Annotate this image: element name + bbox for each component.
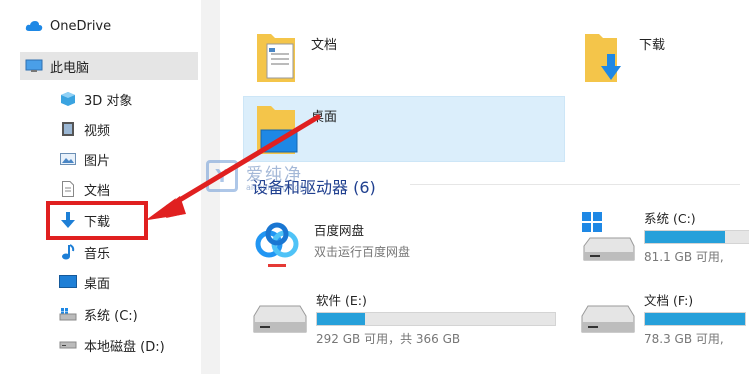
downloads-folder-icon (583, 28, 629, 88)
nav-item-local-disk[interactable]: 本地磁盘 (D:) (58, 331, 198, 359)
nav-item-onedrive[interactable]: OneDrive (24, 12, 202, 40)
nav-item-label: 文档 (84, 183, 111, 199)
highlight-box (46, 201, 148, 240)
drive-subtitle: 81.1 GB 可用, (644, 250, 724, 264)
folder-name: 桌面 (311, 110, 338, 125)
pictures-icon (58, 149, 78, 169)
documents-icon (58, 179, 78, 199)
nav-item-system-drive[interactable]: 系统 (C:) (58, 300, 198, 328)
desktop-folder-icon (255, 100, 301, 160)
folder-downloads[interactable]: 下载 (583, 28, 665, 88)
desktop-icon (58, 272, 78, 292)
nav-item-music[interactable]: 音乐 (58, 238, 198, 266)
usage-fill (645, 313, 745, 325)
section-divider (410, 184, 740, 185)
onedrive-cloud-icon (24, 16, 44, 36)
hard-drive-icon (250, 290, 308, 344)
nav-item-label: 音乐 (84, 246, 111, 262)
drive-subtitle: 292 GB 可用，共 366 GB (316, 332, 461, 346)
3d-objects-icon (58, 89, 78, 109)
nav-item-label: 本地磁盘 (D:) (84, 339, 165, 355)
drive-documents-f[interactable]: 文档 (F:) 78.3 GB 可用, (578, 290, 746, 347)
nav-item-label: 3D 对象 (84, 93, 133, 109)
nav-item-label: 桌面 (84, 276, 111, 292)
video-icon (58, 119, 78, 139)
documents-folder-icon (255, 28, 301, 88)
usage-fill (317, 313, 365, 325)
drive-name: 文档 (F:) (644, 293, 694, 308)
folder-name: 下载 (639, 38, 666, 53)
nav-item-this-pc[interactable]: 此电脑 (20, 52, 198, 80)
folder-desktop[interactable]: 桌面 (255, 100, 337, 160)
drive-name: 百度网盘 (314, 223, 365, 238)
nav-item-3d-objects[interactable]: 3D 对象 (58, 85, 198, 113)
drive-name: 软件 (E:) (316, 293, 367, 308)
local-disk-icon (58, 335, 78, 355)
drive-baidu-netdisk[interactable]: 百度网盘 双击运行百度网盘 (252, 218, 410, 272)
folder-documents[interactable]: 文档 (255, 28, 337, 88)
drive-usage-bar (316, 312, 556, 326)
watermark-url: aichunjing.com (246, 183, 307, 192)
nav-item-label: 此电脑 (50, 60, 90, 76)
drive-software-e[interactable]: 软件 (E:) 292 GB 可用，共 366 GB (250, 290, 556, 347)
drive-usage-bar (644, 312, 746, 326)
drive-system-c[interactable]: 系统 (C:) 81.1 GB 可用, (578, 208, 749, 272)
nav-item-desktop[interactable]: 桌面 (58, 268, 198, 296)
baidu-netdisk-icon (252, 218, 302, 272)
watermark-text: 爱纯净 (246, 165, 303, 185)
folder-name: 文档 (311, 38, 338, 53)
computer-icon (24, 56, 44, 76)
usage-fill (645, 231, 725, 243)
watermark: Y 爱纯净 aichunjing.com (206, 160, 307, 192)
system-drive-icon (58, 304, 78, 324)
watermark-logo: Y (206, 160, 238, 192)
drive-name: 系统 (C:) (644, 211, 696, 226)
drive-subtitle: 78.3 GB 可用, (644, 332, 724, 346)
drive-subtitle: 双击运行百度网盘 (314, 245, 411, 259)
navigation-pane: OneDrive 此电脑 3D 对象 视频 图片 文档 下载 音乐 桌面 系统 … (0, 0, 200, 374)
nav-item-documents[interactable]: 文档 (58, 175, 198, 203)
music-icon (58, 242, 78, 262)
drive-usage-bar (644, 230, 749, 244)
nav-item-pictures[interactable]: 图片 (58, 145, 198, 173)
nav-item-label: 系统 (C:) (84, 308, 138, 324)
nav-item-label: 视频 (84, 123, 111, 139)
nav-item-label: OneDrive (50, 18, 112, 34)
nav-item-label: 图片 (84, 153, 111, 169)
windows-drive-icon (578, 208, 636, 272)
nav-item-videos[interactable]: 视频 (58, 115, 198, 143)
hard-drive-icon (578, 290, 636, 344)
